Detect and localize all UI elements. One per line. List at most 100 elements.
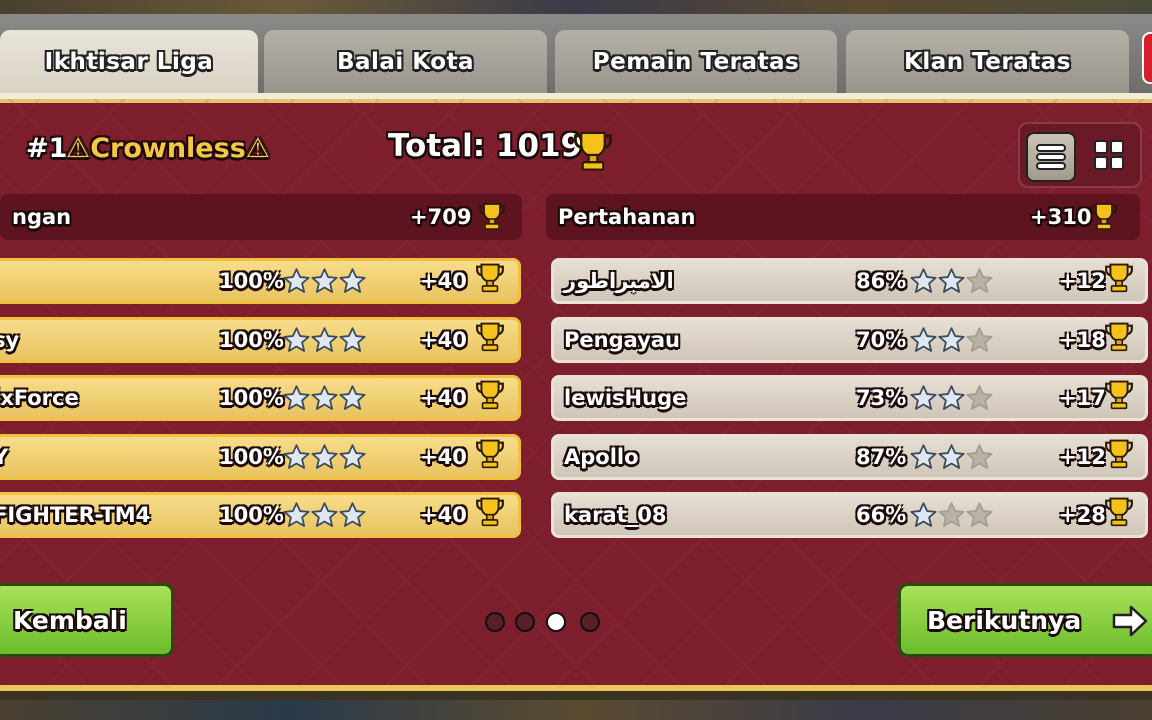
star-rating bbox=[910, 326, 993, 353]
destruction-percent: 66% bbox=[856, 503, 907, 527]
destruction-percent: 100% bbox=[219, 386, 284, 410]
player-name: FIGHTER-TM4 bbox=[0, 503, 151, 527]
star-icon bbox=[938, 326, 965, 352]
trophy-icon bbox=[1105, 263, 1133, 293]
star-rating bbox=[910, 443, 993, 470]
trophy-gain: +12 bbox=[1059, 269, 1106, 293]
star-icon bbox=[311, 385, 338, 410]
defense-section-trophies: +310 bbox=[1030, 205, 1092, 229]
destruction-percent: 86% bbox=[856, 269, 907, 293]
trophy-icon bbox=[1105, 322, 1133, 351]
star-icon bbox=[910, 443, 937, 469]
next-button-label: Berikutnya bbox=[927, 605, 1082, 635]
trophy-icon bbox=[476, 263, 504, 293]
star-icon bbox=[339, 443, 366, 469]
attack-row[interactable]: Y 100% +40 bbox=[0, 433, 521, 480]
star-rating bbox=[910, 385, 993, 411]
tab-top-players[interactable]: Pemain Teratas bbox=[555, 30, 837, 94]
player-name: karat_08 bbox=[564, 503, 667, 527]
star-rating bbox=[283, 502, 366, 528]
star-icon bbox=[938, 268, 965, 293]
tab-town-hall[interactable]: Balai Kota bbox=[264, 30, 547, 94]
trophy-icon bbox=[476, 322, 504, 351]
next-button[interactable]: Berikutnya bbox=[898, 583, 1152, 657]
trophy-icon bbox=[479, 203, 505, 230]
player-name: الامبراطور bbox=[564, 269, 674, 293]
trophy-gain: +18 bbox=[1059, 327, 1106, 352]
page-dot[interactable] bbox=[515, 612, 535, 632]
star-icon bbox=[311, 502, 338, 527]
arrow-right-icon bbox=[1112, 605, 1148, 637]
tab-league-overview[interactable]: Ikhtisar Liga bbox=[0, 30, 258, 94]
star-icon bbox=[283, 268, 310, 293]
attack-section-label: ngan bbox=[12, 205, 72, 229]
star-icon bbox=[910, 502, 937, 527]
list-view-icon bbox=[1036, 144, 1066, 170]
trophy-icon bbox=[573, 131, 613, 171]
grid-view-icon bbox=[1094, 140, 1124, 170]
star-rating bbox=[283, 326, 366, 353]
trophy-icon bbox=[1105, 497, 1133, 527]
grid-view-button[interactable] bbox=[1086, 132, 1132, 178]
player-name: ixForce bbox=[0, 386, 79, 410]
player-name: lewisHuge bbox=[564, 386, 687, 410]
attack-row[interactable]: sy 100% +40 bbox=[0, 316, 521, 363]
star-icon bbox=[339, 385, 366, 410]
star-icon bbox=[938, 385, 965, 410]
trophy-icon bbox=[476, 380, 504, 410]
trophy-icon bbox=[1105, 380, 1133, 410]
star-icon bbox=[966, 326, 993, 352]
defense-row[interactable]: Pengayau 70% +18 bbox=[551, 316, 1148, 363]
trophy-gain: +40 bbox=[420, 269, 467, 293]
trophy-icon bbox=[1105, 439, 1133, 468]
clan-name: ⚠Crownless⚠ bbox=[66, 133, 270, 164]
star-icon bbox=[938, 502, 965, 527]
star-icon bbox=[966, 268, 993, 293]
trophy-icon bbox=[476, 497, 504, 527]
list-view-button[interactable] bbox=[1026, 132, 1076, 182]
star-icon bbox=[283, 385, 310, 410]
star-icon bbox=[966, 502, 993, 527]
page-dot[interactable] bbox=[485, 612, 505, 632]
trophy-icon bbox=[476, 439, 504, 468]
star-icon bbox=[966, 443, 993, 469]
destruction-percent: 73% bbox=[856, 386, 907, 410]
defense-row[interactable]: karat_08 66% +28 bbox=[551, 492, 1148, 538]
total-trophies: Total: 1019 bbox=[388, 128, 583, 164]
attack-row[interactable]: 100% +40 bbox=[0, 258, 521, 304]
trophy-gain: +17 bbox=[1059, 386, 1106, 410]
clan-rank: #1 bbox=[26, 133, 68, 164]
star-icon bbox=[910, 268, 937, 293]
page-dot[interactable] bbox=[580, 612, 600, 632]
defense-row[interactable]: الامبراطور 86% +12 bbox=[551, 258, 1148, 304]
star-icon bbox=[311, 268, 338, 293]
trophy-gain: +40 bbox=[420, 503, 467, 527]
player-name: Y bbox=[0, 444, 9, 469]
tab-top-clans[interactable]: Klan Teratas bbox=[846, 30, 1129, 94]
trophy-gain: +12 bbox=[1059, 444, 1106, 469]
destruction-percent: 100% bbox=[219, 444, 284, 469]
defense-row[interactable]: lewisHuge 73% +17 bbox=[551, 375, 1148, 421]
star-icon bbox=[339, 502, 366, 527]
trophy-gain: +40 bbox=[420, 327, 467, 352]
player-name: Apollo bbox=[564, 444, 639, 469]
star-icon bbox=[311, 326, 338, 352]
page-dot[interactable] bbox=[546, 612, 566, 632]
trophy-gain: +28 bbox=[1059, 503, 1106, 527]
attack-section-trophies: +709 bbox=[410, 205, 472, 229]
attack-section-header: ngan +709 bbox=[0, 194, 522, 240]
view-toggle bbox=[1018, 122, 1142, 188]
close-button[interactable] bbox=[1142, 32, 1152, 84]
star-icon bbox=[283, 502, 310, 527]
star-rating bbox=[910, 268, 993, 294]
star-icon bbox=[283, 443, 310, 469]
attack-row[interactable]: FIGHTER-TM4 100% +40 bbox=[0, 492, 521, 538]
back-button-label: Kembali bbox=[13, 605, 127, 635]
attack-row[interactable]: ixForce 100% +40 bbox=[0, 375, 521, 421]
defense-row[interactable]: Apollo 87% +12 bbox=[551, 433, 1148, 480]
star-rating bbox=[283, 443, 366, 470]
background-bottom bbox=[0, 700, 1152, 720]
destruction-percent: 100% bbox=[219, 327, 284, 352]
star-icon bbox=[339, 268, 366, 293]
back-button[interactable]: Kembali bbox=[0, 583, 174, 657]
